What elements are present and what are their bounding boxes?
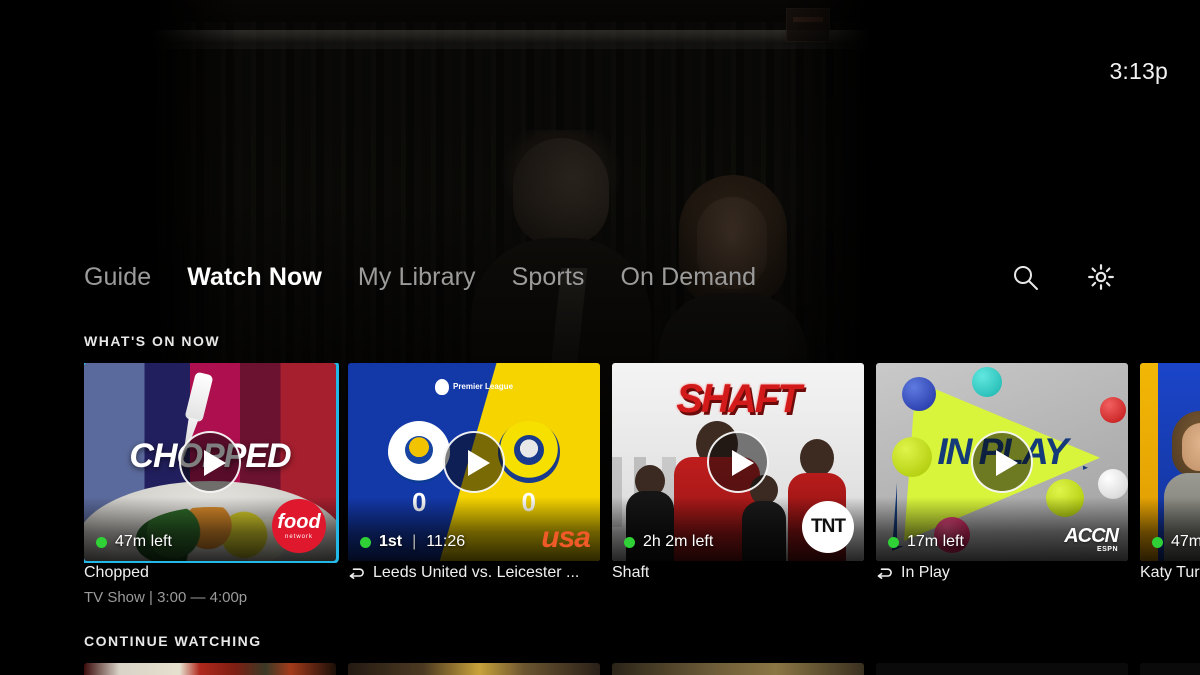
- live-dot-icon: [1152, 536, 1163, 548]
- card-katy-tur[interactable]: 47m l: [1140, 363, 1200, 561]
- search-icon[interactable]: [1010, 262, 1040, 292]
- caption-in-play: In Play: [876, 564, 1128, 616]
- card-title-text: In Play: [901, 564, 950, 581]
- caption-leeds-vs-leicester: Leeds United vs. Leicester ...: [348, 564, 600, 616]
- live-dot-icon: [624, 536, 635, 548]
- card-title: Leeds United vs. Leicester ...: [348, 564, 600, 582]
- status-badge: 2h 2m left: [624, 533, 713, 551]
- caption-shaft: Shaft: [612, 564, 864, 616]
- card-continue-watching[interactable]: [876, 663, 1128, 675]
- status-badge: 47m left: [96, 533, 172, 551]
- game-clock-label: 11:26: [426, 533, 466, 550]
- nav-item-my-library[interactable]: My Library: [340, 263, 494, 292]
- card-chopped[interactable]: CHOPPED 47m left food network: [84, 363, 339, 563]
- play-icon[interactable]: [707, 431, 769, 493]
- time-left-label: 47m l: [1171, 533, 1200, 550]
- time-left-label: 47m left: [115, 533, 172, 550]
- card-captions: Chopped TV Show | 3:00 — 4:00p Leeds Uni…: [84, 564, 1200, 616]
- nav-item-watch-now[interactable]: Watch Now: [169, 263, 340, 292]
- network-logo-primary: usa: [541, 521, 591, 554]
- nav-item-sports[interactable]: Sports: [494, 263, 603, 292]
- card-continue-watching[interactable]: [612, 663, 864, 675]
- play-icon[interactable]: [443, 431, 505, 493]
- league-logo: Premier League: [434, 379, 514, 395]
- whats-on-now-rail[interactable]: CHOPPED 47m left food network Premier Le…: [84, 363, 1200, 563]
- network-logo-primary: food: [277, 511, 321, 533]
- card-title: Chopped: [84, 564, 336, 582]
- restart-icon[interactable]: [348, 566, 365, 581]
- network-logo-secondary: ESPN: [1096, 546, 1118, 553]
- card-title: In Play: [876, 564, 1128, 582]
- network-logo-primary: ACCN: [1064, 525, 1119, 547]
- live-dot-icon: [96, 536, 107, 548]
- play-icon[interactable]: [971, 431, 1033, 493]
- live-dot-icon: [888, 536, 899, 548]
- card-title: Katy Tur: [1140, 564, 1200, 582]
- network-logo-food-network: food network: [272, 499, 326, 553]
- restart-icon[interactable]: [876, 566, 893, 581]
- game-period-label: 1st: [379, 533, 403, 550]
- card-subtitle: TV Show | 3:00 — 4:00p: [84, 589, 248, 606]
- time-left-label: 17m left: [907, 533, 964, 550]
- card-continue-watching[interactable]: [1140, 663, 1200, 675]
- status-badge: 17m left: [888, 533, 964, 551]
- artwork-title: SHAFT: [676, 377, 801, 421]
- network-logo-secondary: network: [284, 534, 313, 540]
- nav-item-on-demand[interactable]: On Demand: [602, 263, 774, 292]
- badge-separator: |: [412, 533, 417, 550]
- status-badge: 1st | 11:26: [360, 533, 465, 551]
- card-title-text: Katy Tur: [1140, 564, 1200, 581]
- caption-katy-tur: Katy Tur: [1140, 564, 1200, 616]
- caption-chopped: Chopped TV Show | 3:00 — 4:00p: [84, 564, 336, 616]
- network-logo-usa: usa: [541, 521, 591, 554]
- card-title-text: Leeds United vs. Leicester ...: [373, 564, 580, 581]
- card-leeds-vs-leicester[interactable]: Premier League 0 0 1st | 11:26 usa: [348, 363, 600, 561]
- network-logo-tnt: TNT: [802, 501, 854, 553]
- team-crest-away: [498, 421, 560, 483]
- league-label: Premier League: [452, 381, 514, 391]
- card-title: Shaft: [612, 564, 864, 582]
- live-dot-icon: [360, 536, 371, 548]
- clock: 3:13p: [1109, 58, 1168, 84]
- card-in-play[interactable]: IN PLAY 17m left ACCN ESPN: [876, 363, 1128, 561]
- card-shaft[interactable]: SHAFT 2h 2m left TNT: [612, 363, 864, 561]
- card-continue-watching[interactable]: [348, 663, 600, 675]
- main-navigation: Guide Watch Now My Library Sports On Dem…: [0, 248, 1200, 306]
- nav-item-guide[interactable]: Guide: [84, 263, 169, 292]
- card-continue-watching[interactable]: [84, 663, 336, 675]
- card-title-text: Chopped: [84, 564, 149, 581]
- card-title-text: Shaft: [612, 564, 650, 581]
- network-logo-primary: TNT: [802, 501, 854, 553]
- status-badge: 47m l: [1152, 533, 1200, 551]
- nav-icons: [1010, 262, 1200, 292]
- card-scrim: [1140, 497, 1200, 561]
- nav-items: Guide Watch Now My Library Sports On Dem…: [0, 263, 774, 292]
- team-crest-home: [388, 421, 450, 483]
- play-icon[interactable]: [179, 431, 241, 493]
- section-heading-whats-on-now: WHAT'S ON NOW: [84, 333, 221, 349]
- continue-watching-rail[interactable]: [84, 663, 1200, 675]
- time-left-label: 2h 2m left: [643, 533, 714, 550]
- network-logo-accn: ACCN ESPN: [1064, 525, 1119, 553]
- section-heading-continue-watching: CONTINUE WATCHING: [84, 633, 262, 649]
- gear-icon[interactable]: [1086, 262, 1116, 292]
